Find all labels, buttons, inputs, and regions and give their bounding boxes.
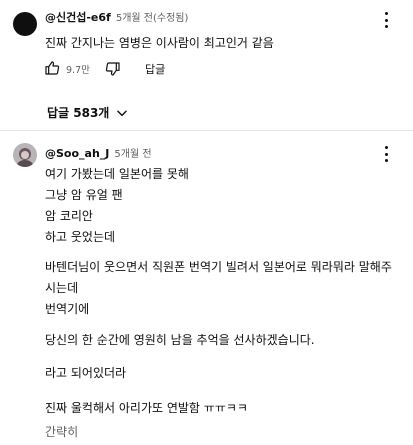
reply-button[interactable]: 답글 [145,61,165,77]
comment-line: 여기 가봤는데 일본어를 못해 [45,167,189,181]
comment-author[interactable]: @Soo_ah_J [45,147,109,160]
comment-time[interactable]: 5개월 전(수정됨) [116,13,189,24]
comment-line: 바텐더님이 웃으면서 직원폰 번역기 빌려서 일본어로 뭐라뭐라 말해주 [45,260,392,274]
like-count: 9.7만 [66,65,90,76]
avatar[interactable] [13,143,37,167]
comment-text: 진짜 간지나는 염병은 이사람이 최고인거 같음 [45,36,274,50]
comment-line: 암 코리안 [45,209,93,223]
comment-time[interactable]: 5개월 전 [114,149,151,160]
replies-toggle[interactable]: 답글 583개 [47,104,129,121]
comment-line: 라고 되어있더라 [45,366,127,380]
avatar[interactable] [13,12,37,36]
comment-line: 하고 웃었는데 [45,230,116,244]
comment-line: 시는데 [45,281,79,295]
comment-line: 번역기에 [45,302,90,316]
collapse-link[interactable]: 간략히 [45,423,78,440]
comment-author[interactable]: @신건섭-e6f [45,11,111,24]
dislike-icon[interactable] [105,61,121,77]
more-icon[interactable] [378,11,394,29]
more-icon[interactable] [378,145,394,163]
comment-line: 그냥 암 유얼 팬 [45,188,123,202]
comment-line: 당신의 한 순간에 영원히 남을 추억을 선사하겠습니다. [45,333,315,347]
comment-line: 진짜 울컥해서 아리가또 연발함 ㅠㅠㅋㅋ [45,401,248,415]
comment-author-line: @신건섭-e6f 5개월 전(수정됨) [45,9,188,25]
replies-toggle-label: 답글 583개 [47,106,110,120]
chevron-down-icon [115,106,129,120]
like-icon[interactable] [44,60,60,76]
comment-author-line: @Soo_ah_J 5개월 전 [45,145,152,160]
divider [0,130,413,131]
